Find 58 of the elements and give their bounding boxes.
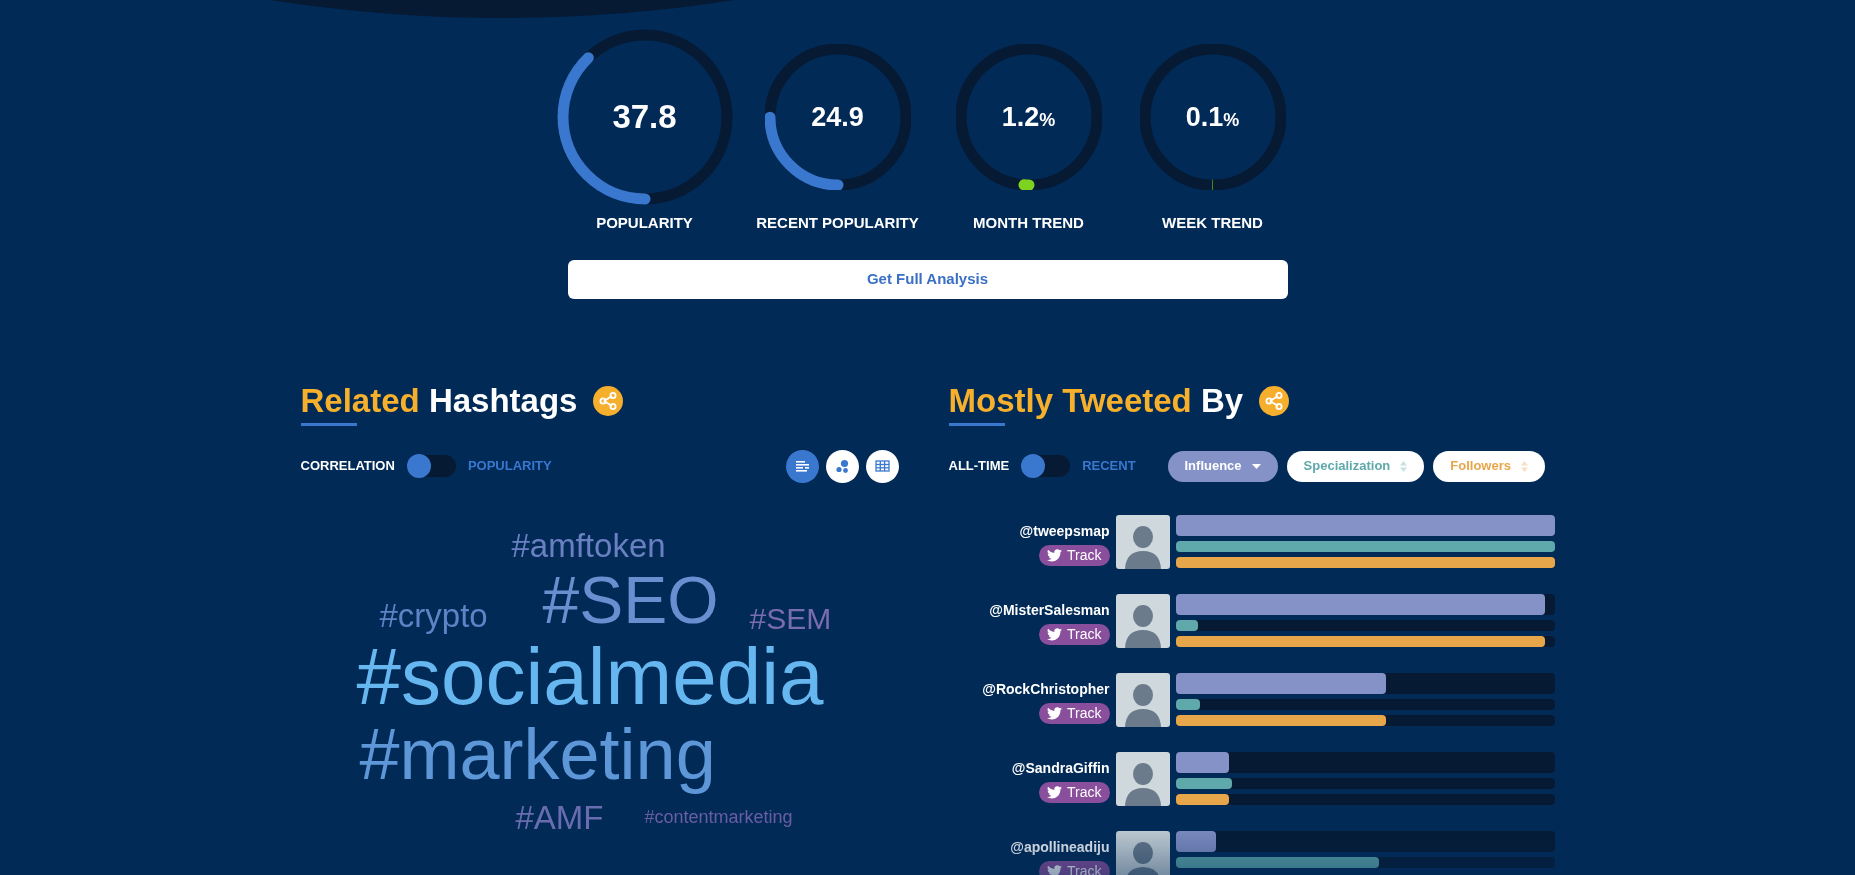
hashtag-word[interactable]: #SEM bbox=[749, 603, 832, 634]
section-title: Mostly Tweeted By bbox=[948, 382, 1244, 419]
avatar-icon bbox=[1115, 514, 1170, 569]
hashtag-word[interactable]: #SEO bbox=[542, 566, 719, 633]
share-icon[interactable] bbox=[593, 385, 624, 416]
bird-icon bbox=[1047, 785, 1062, 799]
caret-down-icon bbox=[1251, 463, 1261, 469]
user-handle[interactable]: @SandraGiffin bbox=[1011, 757, 1110, 779]
title-underline bbox=[300, 422, 357, 426]
user-handle[interactable]: @RockChristopher bbox=[982, 678, 1110, 700]
toggle-label[interactable]: CORRELATION bbox=[300, 456, 395, 476]
sort-button[interactable]: Influence bbox=[1167, 450, 1278, 482]
gauge-label: WEEK TREND bbox=[1162, 213, 1263, 233]
bubble-view-icon[interactable] bbox=[825, 449, 859, 483]
table-view-icon[interactable] bbox=[865, 449, 899, 483]
track-button[interactable]: Track bbox=[1039, 860, 1110, 875]
hashtag-word[interactable]: #crypto bbox=[379, 598, 488, 632]
gauge-value: 1.2 bbox=[1001, 100, 1040, 134]
section-title: Related Hashtags bbox=[300, 382, 578, 419]
avatar-icon bbox=[1115, 751, 1170, 806]
user-handle[interactable]: @tweepsmap bbox=[1019, 520, 1110, 542]
hashtag-word[interactable]: #contentmarketing bbox=[644, 807, 793, 826]
gauge-value: 37.8 bbox=[612, 97, 677, 138]
get-full-analysis-button[interactable]: Get Full Analysis bbox=[567, 259, 1288, 299]
gauge-value: 24.9 bbox=[811, 100, 864, 134]
bird-icon bbox=[1047, 627, 1062, 641]
share-icon[interactable] bbox=[1259, 385, 1290, 416]
gauge-unit: % bbox=[1039, 109, 1056, 132]
bird-icon bbox=[1047, 864, 1062, 875]
gauge-label: MONTH TREND bbox=[973, 213, 1084, 233]
hashtag-word[interactable]: #AMF bbox=[515, 800, 604, 834]
track-button[interactable]: Track bbox=[1039, 702, 1110, 724]
bird-icon bbox=[1047, 706, 1062, 720]
user-handle[interactable]: @apollineadiju bbox=[1010, 836, 1110, 858]
list-view-icon[interactable] bbox=[785, 449, 819, 483]
hashtag-word[interactable]: #socialmedia bbox=[356, 636, 824, 717]
gauge-label: POPULARITY bbox=[596, 213, 693, 233]
toggle-label[interactable]: ALL-TIME bbox=[948, 456, 1010, 476]
avatar-icon bbox=[1115, 672, 1170, 727]
title-underline bbox=[948, 422, 1005, 426]
gauge-value: 0.1 bbox=[1185, 100, 1224, 134]
bird-icon bbox=[1047, 548, 1062, 562]
sort-button[interactable]: Specialization bbox=[1286, 450, 1425, 482]
avatar-icon bbox=[1115, 830, 1170, 875]
gauge-unit: % bbox=[1223, 109, 1240, 132]
gauge-label: RECENT POPULARITY bbox=[756, 213, 919, 233]
avatar-icon bbox=[1115, 593, 1170, 648]
track-button[interactable]: Track bbox=[1039, 544, 1110, 566]
toggle-switch[interactable] bbox=[406, 455, 456, 477]
track-button[interactable]: Track bbox=[1039, 781, 1110, 803]
sort-arrows-icon bbox=[1400, 460, 1408, 472]
hashtag-word[interactable]: #amftoken bbox=[511, 528, 666, 562]
toggle-switch[interactable] bbox=[1021, 455, 1071, 477]
track-button[interactable]: Track bbox=[1039, 623, 1110, 645]
sort-arrows-icon bbox=[1520, 460, 1528, 472]
user-handle[interactable]: @MisterSalesman bbox=[989, 599, 1110, 621]
toggle-label[interactable]: RECENT bbox=[1082, 456, 1136, 476]
toggle-label[interactable]: POPULARITY bbox=[467, 456, 552, 476]
